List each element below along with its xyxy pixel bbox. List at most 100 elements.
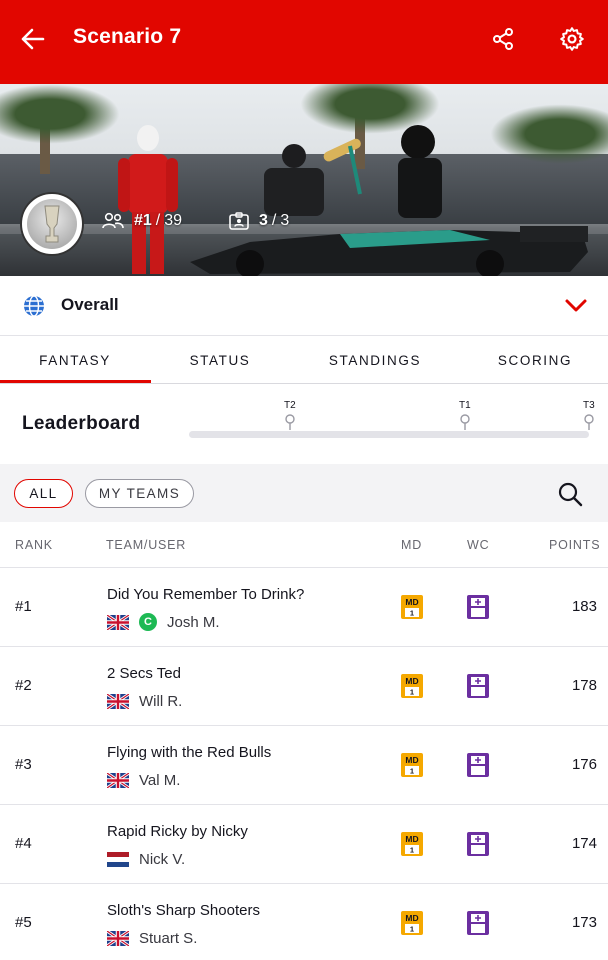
league-badge xyxy=(22,194,82,254)
settings-button[interactable] xyxy=(555,22,589,56)
md-chip-number: 1 xyxy=(410,767,414,776)
rank-stat: #1 / 39 xyxy=(102,212,182,230)
chip-badge: C xyxy=(139,613,157,631)
trophy-icon xyxy=(44,205,60,243)
users-icon xyxy=(102,212,124,229)
gear-icon xyxy=(560,27,584,51)
row-user: Will R. xyxy=(107,692,182,710)
tab-fantasy[interactable]: FANTASY xyxy=(0,336,150,384)
tab-bar: FANTASY STATUS STANDINGS SCORING xyxy=(0,336,608,384)
md-chip-icon[interactable]: MD 1 xyxy=(400,831,424,857)
arrow-left-icon xyxy=(21,28,45,50)
globe-icon xyxy=(24,295,44,317)
hero-banner: #1 / 39 3 / 3 xyxy=(0,84,608,276)
page-title: Scenario 7 xyxy=(73,25,182,48)
row-rank: #4 xyxy=(15,835,32,852)
column-header-team[interactable]: TEAM/USER xyxy=(106,538,186,552)
timeline-marker-label: T3 xyxy=(583,400,595,411)
teams-value: 3 xyxy=(259,212,268,229)
row-points: 174 xyxy=(571,835,597,852)
md-chip-label: MD xyxy=(405,676,418,686)
table-header: RANK TEAM/USER MD WC POINTS xyxy=(0,522,608,568)
uk-flag-icon xyxy=(107,930,129,946)
chevron-down-icon[interactable] xyxy=(563,294,589,318)
md-chip-icon[interactable]: MD 1 xyxy=(400,673,424,699)
md-chip-number: 1 xyxy=(410,925,414,934)
row-points: 178 xyxy=(571,677,597,694)
netherlands-flag-icon xyxy=(107,851,129,867)
row-points: 176 xyxy=(571,756,597,773)
row-team-name: Sloth's Sharp Shooters xyxy=(107,902,260,919)
filter-all-button[interactable]: ALL xyxy=(14,479,73,508)
rank-separator: / xyxy=(155,212,161,229)
row-user-name: Josh M. xyxy=(167,613,220,631)
app-header: Scenario 7 xyxy=(0,0,608,84)
active-tab-indicator xyxy=(0,380,151,383)
palm-leaves xyxy=(0,84,120,144)
row-team-name: Rapid Ricky by Nicky xyxy=(107,823,248,840)
md-chip-label: MD xyxy=(405,597,418,607)
row-team-name: Flying with the Red Bulls xyxy=(107,744,272,761)
row-user-name: Will R. xyxy=(139,692,183,710)
md-chip-icon[interactable]: MD 1 xyxy=(400,910,424,936)
wildcard-chip-icon[interactable] xyxy=(466,752,490,778)
leaderboard-timeline xyxy=(189,431,589,438)
uk-flag-icon xyxy=(107,614,129,630)
share-button[interactable] xyxy=(486,22,520,56)
row-rank: #5 xyxy=(15,914,32,931)
tab-standings[interactable]: STANDINGS xyxy=(300,336,450,384)
row-user: C Josh M. xyxy=(107,613,220,631)
row-user-name: Val M. xyxy=(139,771,181,789)
wildcard-chip-icon[interactable] xyxy=(466,831,490,857)
row-rank: #2 xyxy=(15,677,32,694)
md-chip-label: MD xyxy=(405,834,418,844)
pin-icon[interactable] xyxy=(285,414,295,430)
column-header-rank[interactable]: RANK xyxy=(15,538,53,552)
md-chip-number: 1 xyxy=(410,846,414,855)
column-header-wc[interactable]: WC xyxy=(467,538,489,552)
table-row[interactable]: #2 2 Secs Ted Will R. MD 1 178 xyxy=(0,647,608,726)
back-button[interactable] xyxy=(16,22,50,56)
table-row[interactable]: #5 Sloth's Sharp Shooters Stuart S. MD 1… xyxy=(0,884,608,960)
table-row[interactable]: #4 Rapid Ricky by Nicky Nick V. MD 1 174 xyxy=(0,805,608,884)
wildcard-chip-icon[interactable] xyxy=(466,594,490,620)
row-team-name: Did You Remember To Drink? xyxy=(107,586,305,603)
row-user: Nick V. xyxy=(107,850,185,868)
md-chip-icon[interactable]: MD 1 xyxy=(400,752,424,778)
row-user: Stuart S. xyxy=(107,929,197,947)
filter-my-teams-button[interactable]: MY TEAMS xyxy=(85,479,194,508)
row-rank: #1 xyxy=(15,598,32,615)
wildcard-chip-icon[interactable] xyxy=(466,673,490,699)
share-icon xyxy=(493,28,513,50)
table-row[interactable]: #1 Did You Remember To Drink? C Josh M. … xyxy=(0,568,608,647)
row-rank: #3 xyxy=(15,756,32,773)
tab-scoring[interactable]: SCORING xyxy=(462,336,608,384)
row-user-name: Stuart S. xyxy=(139,929,198,947)
marshal-figure xyxy=(118,125,178,274)
pin-icon[interactable] xyxy=(460,414,470,430)
column-header-md[interactable]: MD xyxy=(401,538,422,552)
row-user: Val M. xyxy=(107,771,180,789)
md-chip-number: 1 xyxy=(410,609,414,618)
rank-total: 39 xyxy=(164,212,183,229)
pin-icon[interactable] xyxy=(584,414,594,430)
row-points: 173 xyxy=(571,914,597,931)
row-points: 183 xyxy=(571,598,597,615)
id-card-icon xyxy=(229,212,249,230)
uk-flag-icon xyxy=(107,693,129,709)
leaderboard-title: Leaderboard xyxy=(22,413,141,434)
md-chip-icon[interactable]: MD 1 xyxy=(400,594,424,620)
wildcard-chip-icon[interactable] xyxy=(466,910,490,936)
search-icon[interactable] xyxy=(556,480,584,508)
tab-status[interactable]: STATUS xyxy=(150,336,290,384)
row-user-name: Nick V. xyxy=(139,850,186,868)
league-selector[interactable]: Overall xyxy=(0,276,608,336)
timeline-marker-label: T2 xyxy=(284,400,296,411)
md-chip-label: MD xyxy=(405,913,418,923)
column-header-points[interactable]: POINTS xyxy=(549,538,600,552)
table-row[interactable]: #3 Flying with the Red Bulls Val M. MD 1… xyxy=(0,726,608,805)
teams-separator: / xyxy=(271,212,277,229)
rank-value: #1 xyxy=(134,212,152,229)
leaderboard-header: Leaderboard T2 T1 T3 xyxy=(0,384,608,464)
row-team-name: 2 Secs Ted xyxy=(107,665,181,682)
